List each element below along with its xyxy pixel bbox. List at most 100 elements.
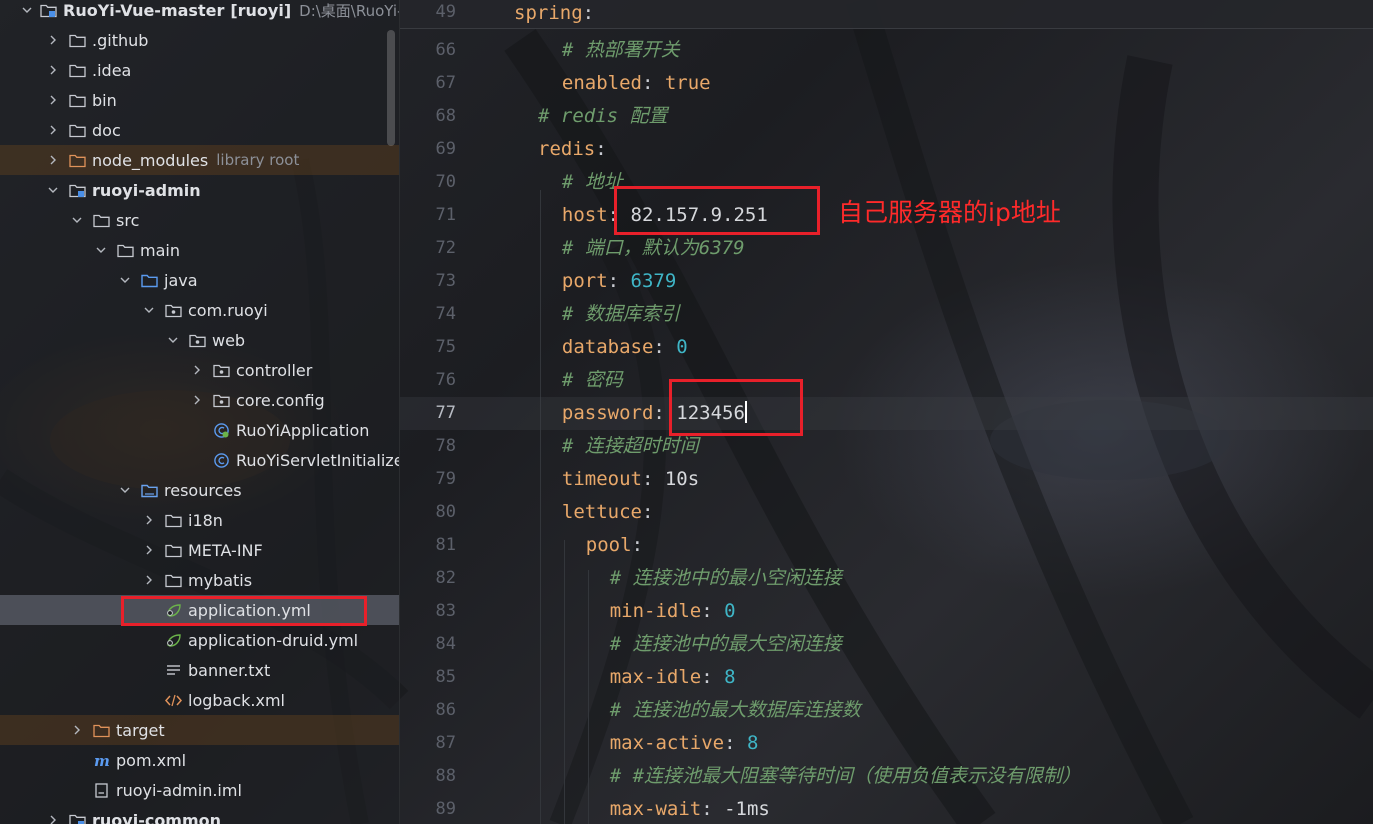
tree-node[interactable]: java bbox=[0, 265, 399, 295]
tree-node[interactable]: core.config bbox=[0, 385, 399, 415]
tree-node[interactable]: src bbox=[0, 205, 399, 235]
tree-node[interactable]: com.ruoyi bbox=[0, 295, 399, 325]
tree-node[interactable]: i18n bbox=[0, 505, 399, 535]
line-number: 70 bbox=[435, 172, 456, 192]
tree-node[interactable]: m pom.xml bbox=[0, 745, 399, 775]
line-number: 84 bbox=[435, 634, 456, 654]
code-line[interactable]: 69 redis: bbox=[400, 133, 1373, 166]
chevron-right-icon[interactable] bbox=[142, 515, 156, 525]
chevron-right-icon[interactable] bbox=[46, 155, 60, 165]
tree-node-label: RuoYi-Vue-master bbox=[63, 0, 225, 20]
tree-node-label: .idea bbox=[92, 60, 132, 80]
code-line[interactable]: 81 pool: bbox=[400, 529, 1373, 562]
chevron-right-icon[interactable] bbox=[142, 575, 156, 585]
tree-node[interactable]: META-INF bbox=[0, 535, 399, 565]
code-editor[interactable]: 66 # 热部署开关 67 enabled: true 68 # redis 配置 69 re… bbox=[400, 0, 1373, 824]
tree-node[interactable]: banner.txt bbox=[0, 655, 399, 685]
chevron-down-icon[interactable] bbox=[118, 485, 132, 495]
chevron-down-icon[interactable] bbox=[118, 275, 132, 285]
password-highlight-box bbox=[669, 379, 803, 436]
tree-node[interactable]: application-druid.yml bbox=[0, 625, 399, 655]
module-folder-icon bbox=[68, 812, 86, 824]
tree-node[interactable]: node_modules library root bbox=[0, 145, 399, 175]
tree-node[interactable]: .idea bbox=[0, 55, 399, 85]
tree-node[interactable]: target bbox=[0, 715, 399, 745]
tree-node[interactable]: .github bbox=[0, 25, 399, 55]
chevron-down-icon[interactable] bbox=[166, 335, 180, 345]
folder-icon bbox=[68, 122, 86, 138]
chevron-right-icon[interactable] bbox=[46, 95, 60, 105]
tree-node[interactable]: bin bbox=[0, 85, 399, 115]
yaml-colon: : bbox=[701, 798, 725, 820]
tree-node[interactable]: RuoYi-Vue-master[ruoyi] D:\桌面\RuoYi-Vue bbox=[0, 0, 399, 25]
chevron-right-icon[interactable] bbox=[46, 35, 60, 45]
code-line[interactable]: 84 # 连接池中的最大空闲连接 bbox=[400, 628, 1373, 661]
code-line[interactable]: 68 # redis 配置 bbox=[400, 100, 1373, 133]
chevron-right-icon[interactable] bbox=[142, 545, 156, 555]
tree-node[interactable]: web bbox=[0, 325, 399, 355]
folder-icon bbox=[164, 572, 182, 588]
application-yml-highlight-box bbox=[121, 596, 367, 626]
code-line[interactable]: 85 max-idle: 8 bbox=[400, 661, 1373, 694]
code-line[interactable]: 77 password: 123456 bbox=[400, 397, 1373, 430]
tree-node[interactable]: controller bbox=[0, 355, 399, 385]
tree-node-label: bin bbox=[92, 90, 117, 110]
chevron-right-icon[interactable] bbox=[46, 815, 60, 824]
svg-text:m: m bbox=[94, 753, 110, 768]
chevron-down-icon[interactable] bbox=[22, 5, 32, 15]
tree-node[interactable]: ruoyi-admin.iml bbox=[0, 775, 399, 805]
code-line[interactable]: 74 # 数据库索引 bbox=[400, 298, 1373, 331]
code-line[interactable]: 78 # 连接超时时间 bbox=[400, 430, 1373, 463]
tree-node[interactable]: ruoyi-common bbox=[0, 805, 399, 824]
tree-node[interactable]: logback.xml bbox=[0, 685, 399, 715]
yaml-comment: # redis 配置 bbox=[538, 105, 668, 127]
chevron-down-icon[interactable] bbox=[142, 305, 156, 315]
tree-scrollbar[interactable] bbox=[387, 30, 395, 146]
chevron-right-icon[interactable] bbox=[70, 725, 84, 735]
chevron-down-icon[interactable] bbox=[70, 215, 84, 225]
sticky-scroll-header[interactable]: 49 spring: bbox=[400, 0, 1373, 29]
chevron-right-icon[interactable] bbox=[46, 125, 60, 135]
chevron-right-icon[interactable] bbox=[190, 365, 204, 375]
yaml-colon: : bbox=[653, 336, 677, 358]
tree-node-label: RuoYiApplication bbox=[236, 420, 370, 440]
code-line[interactable]: 79 timeout: 10s bbox=[400, 463, 1373, 496]
code-line[interactable]: 76 # 密码 bbox=[400, 364, 1373, 397]
chevron-down-icon[interactable] bbox=[46, 185, 60, 195]
yaml-colon: : bbox=[631, 534, 655, 556]
tree-node[interactable]: ruoyi-admin bbox=[0, 175, 399, 205]
code-line[interactable]: 89 max-wait: -1ms bbox=[400, 793, 1373, 824]
line-number: 86 bbox=[435, 700, 456, 720]
line-number: 88 bbox=[435, 766, 456, 786]
code-line[interactable]: 87 max-active: 8 bbox=[400, 727, 1373, 760]
tree-node[interactable]: main bbox=[0, 235, 399, 265]
code-line[interactable]: 72 # 端口，默认为6379 bbox=[400, 232, 1373, 265]
xml-file-icon bbox=[164, 692, 182, 708]
code-line[interactable]: 83 min-idle: 0 bbox=[400, 595, 1373, 628]
tree-node[interactable]: resources bbox=[0, 475, 399, 505]
spring-yml-icon bbox=[164, 632, 182, 648]
line-number: 67 bbox=[435, 73, 456, 93]
tree-node[interactable]: mybatis bbox=[0, 565, 399, 595]
tree-node[interactable]: RuoYiApplication bbox=[0, 415, 399, 445]
yaml-comment: # 连接池的最大数据库连接数 bbox=[609, 699, 861, 721]
line-number: 87 bbox=[435, 733, 456, 753]
yaml-comment: # 连接池中的最小空闲连接 bbox=[609, 567, 842, 589]
tree-node[interactable]: RuoYiServletInitializer bbox=[0, 445, 399, 475]
line-number: 68 bbox=[435, 106, 456, 126]
code-line[interactable]: 80 lettuce: bbox=[400, 496, 1373, 529]
code-line[interactable]: 88 # #连接池最大阻塞等待时间（使用负值表示没有限制） bbox=[400, 760, 1373, 793]
tree-node[interactable]: doc bbox=[0, 115, 399, 145]
line-content: lettuce: bbox=[562, 496, 665, 529]
code-line[interactable]: 67 enabled: true bbox=[400, 67, 1373, 100]
code-line[interactable]: 82 # 连接池中的最小空闲连接 bbox=[400, 562, 1373, 595]
chevron-right-icon[interactable] bbox=[190, 395, 204, 405]
chevron-down-icon[interactable] bbox=[94, 245, 108, 255]
code-line[interactable]: 75 database: 0 bbox=[400, 331, 1373, 364]
code-line[interactable]: 66 # 热部署开关 bbox=[400, 34, 1373, 67]
chevron-right-icon[interactable] bbox=[46, 65, 60, 75]
code-line[interactable]: 73 port: 6379 bbox=[400, 265, 1373, 298]
code-line[interactable]: 86 # 连接池的最大数据库连接数 bbox=[400, 694, 1373, 727]
line-number: 73 bbox=[435, 271, 456, 291]
tree-node-label: ruoyi-common bbox=[92, 810, 222, 824]
